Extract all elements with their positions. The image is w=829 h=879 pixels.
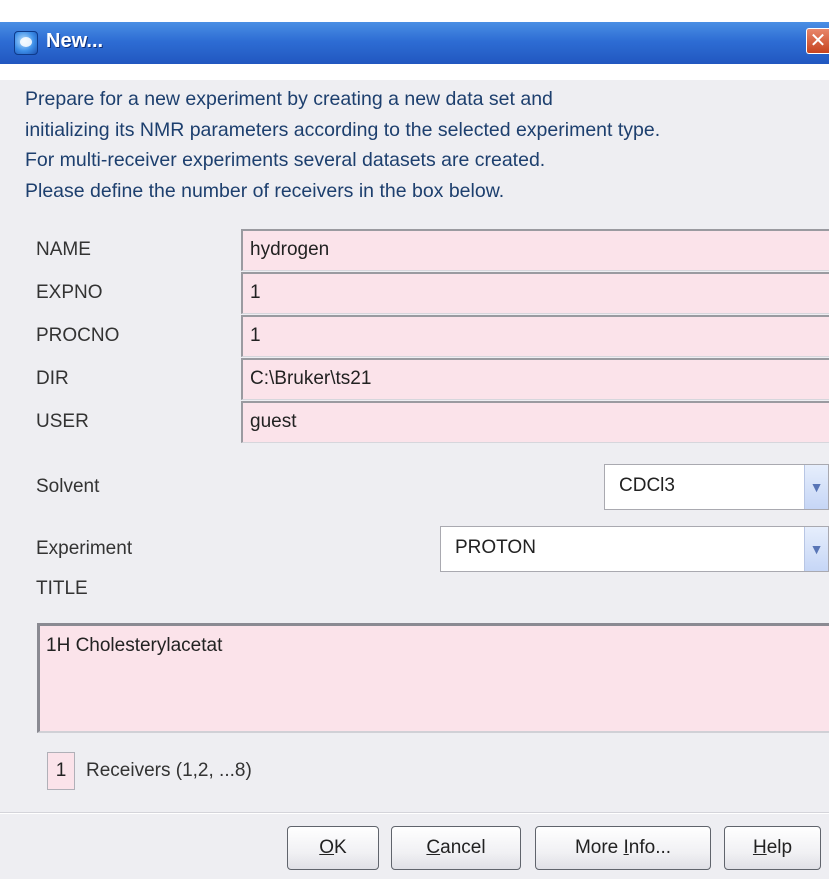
title-label: TITLE	[36, 578, 88, 599]
intro-line: initializing its NMR parameters accordin…	[25, 118, 661, 141]
chevron-down-icon[interactable]: ▼	[804, 527, 828, 571]
help-button[interactable]: Help	[724, 826, 821, 870]
dir-field[interactable]: C:\Bruker\ts21	[241, 358, 829, 400]
solvent-select[interactable]: CDCl3 ▼	[604, 464, 829, 510]
cancel-button[interactable]: Cancel	[391, 826, 521, 870]
intro-line: Please define the number of receivers in…	[25, 179, 505, 202]
help-mnemonic: H	[752, 837, 767, 858]
more-info-label-rest: nfo...	[628, 837, 672, 858]
more-info-prefix: More	[574, 837, 624, 858]
solvent-row: Solvent CDCl3 ▼	[22, 464, 829, 510]
title-bar[interactable]: New... ✕	[0, 0, 829, 80]
intro-text: Prepare for a new experiment by creating…	[25, 84, 825, 206]
name-row: NAME hydrogen	[22, 229, 829, 271]
cancel-label-rest: ancel	[440, 837, 486, 858]
name-field[interactable]: hydrogen	[241, 229, 829, 271]
expno-row: EXPNO 1	[22, 272, 829, 314]
experiment-row: Experiment PROTON ▼	[22, 526, 829, 572]
window-title: New...	[46, 30, 104, 52]
expno-field[interactable]: 1	[241, 272, 829, 314]
help-label-rest: elp	[766, 837, 793, 858]
ok-button[interactable]: OK	[287, 826, 379, 870]
expno-label: EXPNO	[36, 282, 103, 303]
user-field[interactable]: guest	[241, 401, 829, 443]
procno-label: PROCNO	[36, 325, 120, 346]
name-label: NAME	[36, 239, 91, 260]
dir-row: DIR C:\Bruker\ts21	[22, 358, 829, 400]
button-bar-divider	[0, 812, 829, 814]
experiment-select[interactable]: PROTON ▼	[440, 526, 829, 572]
procno-field[interactable]: 1	[241, 315, 829, 357]
cancel-mnemonic: C	[426, 837, 441, 858]
procno-row: PROCNO 1	[22, 315, 829, 357]
receivers-label: Receivers (1,2, ...8)	[86, 760, 252, 781]
experiment-value: PROTON	[455, 537, 536, 558]
solvent-value: CDCl3	[619, 475, 675, 496]
intro-line: For multi-receiver experiments several d…	[25, 149, 546, 171]
user-row: USER guest	[22, 401, 829, 443]
receivers-input[interactable]: 1	[47, 752, 75, 790]
intro-line: Prepare for a new experiment by creating…	[25, 88, 553, 110]
ok-label-rest: K	[334, 837, 347, 858]
experiment-label: Experiment	[36, 538, 133, 559]
topspin-icon	[14, 31, 38, 55]
close-icon[interactable]: ✕	[806, 28, 829, 54]
user-label: USER	[36, 411, 89, 432]
chevron-down-icon[interactable]: ▼	[804, 465, 828, 509]
new-dataset-dialog: New... ✕ Prepare for a new experiment by…	[0, 0, 829, 879]
title-textarea[interactable]: 1H Cholesterylacetat	[37, 623, 829, 733]
solvent-label: Solvent	[36, 476, 100, 497]
title-bar-strip	[0, 22, 829, 64]
dir-label: DIR	[36, 368, 69, 389]
more-info-button[interactable]: More Info...	[535, 826, 711, 870]
ok-mnemonic: O	[319, 837, 335, 858]
